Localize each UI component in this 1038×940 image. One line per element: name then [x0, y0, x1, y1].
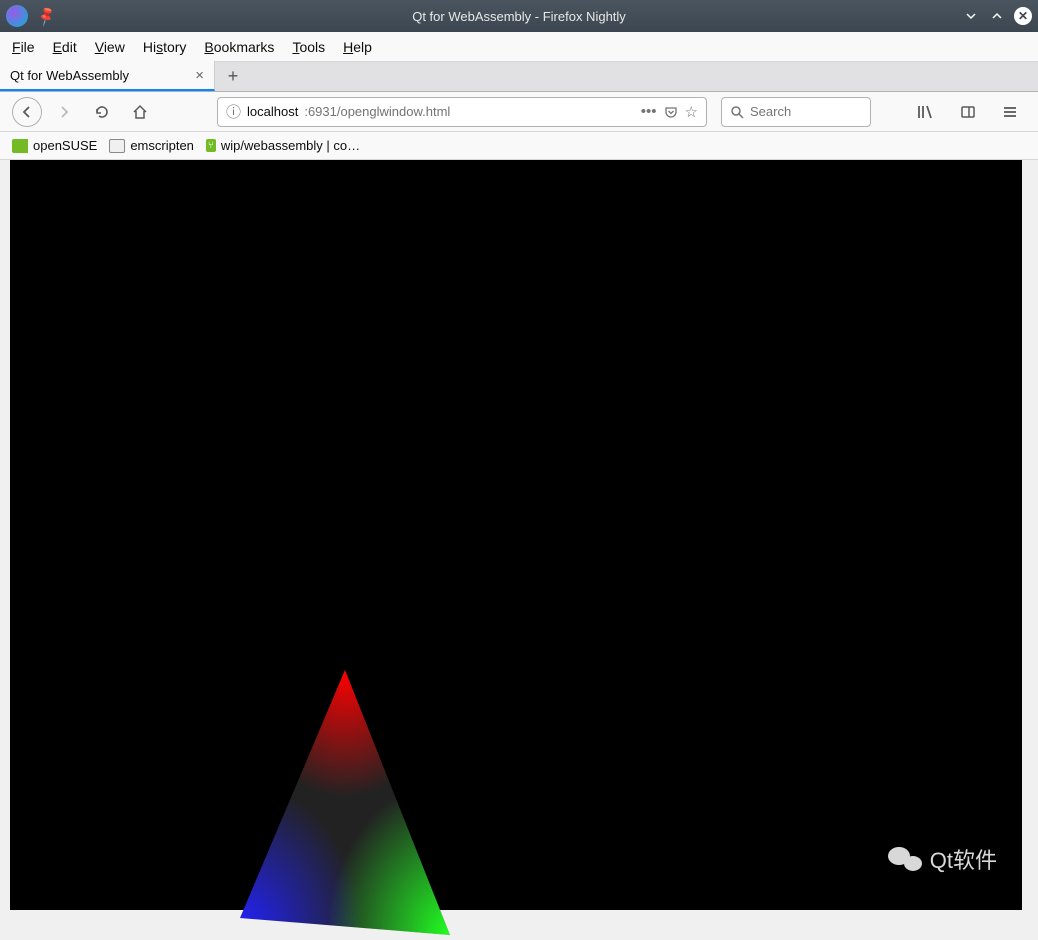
pin-icon[interactable]: 📌 — [35, 4, 59, 27]
watermark: Qt软件 — [888, 843, 997, 875]
library-icon[interactable] — [910, 96, 942, 128]
sidebar-icon[interactable] — [952, 96, 984, 128]
browser-tab[interactable]: Qt for WebAssembly × — [0, 61, 215, 91]
bookmark-star-icon[interactable]: ☆ — [685, 103, 698, 121]
wechat-icon — [888, 845, 922, 873]
window-controls: ✕ — [962, 7, 1032, 25]
window-title: Qt for WebAssembly - Firefox Nightly — [412, 9, 626, 24]
bookmark-emscripten[interactable]: emscripten — [109, 138, 194, 153]
menu-tools[interactable]: Tools — [292, 39, 325, 55]
tab-bar: Qt for WebAssembly × + — [0, 62, 1038, 92]
window-titlebar: 📌 Qt for WebAssembly - Firefox Nightly ✕ — [0, 0, 1038, 32]
branch-icon: ⑂ — [206, 139, 216, 152]
opengl-triangle — [240, 670, 460, 940]
menu-view[interactable]: View — [95, 39, 125, 55]
bookmarks-bar: openSUSE emscripten ⑂ wip/webassembly | … — [0, 132, 1038, 160]
new-tab-button[interactable]: + — [215, 61, 251, 91]
menu-history[interactable]: History — [143, 39, 187, 55]
reload-button[interactable] — [86, 96, 118, 128]
home-button[interactable] — [124, 96, 156, 128]
menu-file[interactable]: File — [12, 39, 35, 55]
url-host: localhost — [247, 104, 298, 119]
hamburger-menu-icon[interactable] — [994, 96, 1026, 128]
url-path: :6931/openglwindow.html — [304, 104, 450, 119]
maximize-button[interactable] — [988, 7, 1006, 25]
close-button[interactable]: ✕ — [1014, 7, 1032, 25]
minimize-button[interactable] — [962, 7, 980, 25]
search-icon — [730, 105, 744, 119]
search-input[interactable] — [750, 104, 850, 119]
page-content: Qt软件 — [10, 160, 1022, 910]
menu-edit[interactable]: Edit — [53, 39, 77, 55]
tab-close-icon[interactable]: × — [195, 67, 204, 84]
menu-bookmarks[interactable]: Bookmarks — [204, 39, 274, 55]
url-bar[interactable]: ⓘ localhost :6931/openglwindow.html ••• ☆ — [217, 97, 707, 127]
info-icon[interactable]: ⓘ — [226, 101, 241, 122]
menubar: File Edit View History Bookmarks Tools H… — [0, 32, 1038, 62]
folder-icon — [109, 139, 125, 153]
firefox-icon — [6, 5, 28, 27]
bookmark-opensuse[interactable]: openSUSE — [12, 138, 97, 153]
flag-icon — [12, 139, 28, 153]
menu-help[interactable]: Help — [343, 39, 372, 55]
back-button[interactable] — [12, 97, 42, 127]
tab-title: Qt for WebAssembly — [10, 68, 129, 83]
pocket-icon[interactable] — [663, 104, 679, 120]
bookmark-label: openSUSE — [33, 138, 97, 153]
bookmark-webassembly[interactable]: ⑂ wip/webassembly | co… — [206, 138, 360, 153]
navigation-toolbar: ⓘ localhost :6931/openglwindow.html ••• ☆ — [0, 92, 1038, 132]
more-icon[interactable]: ••• — [641, 103, 657, 120]
bookmark-label: emscripten — [130, 138, 194, 153]
watermark-text: Qt软件 — [930, 843, 997, 875]
bookmark-label: wip/webassembly | co… — [221, 138, 360, 153]
forward-button — [48, 96, 80, 128]
search-bar[interactable] — [721, 97, 871, 127]
